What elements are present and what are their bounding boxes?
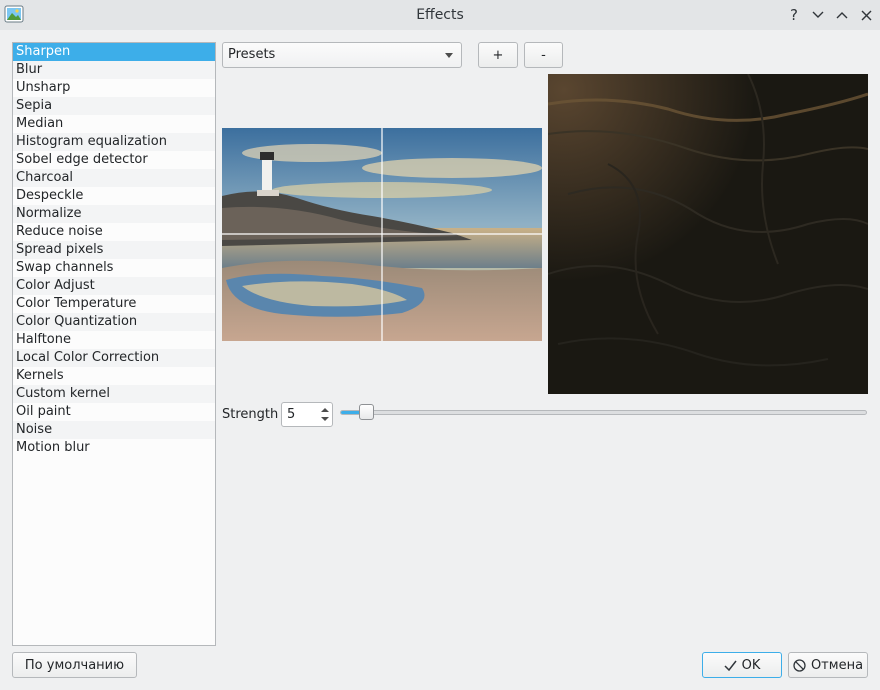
maximize-icon[interactable] bbox=[833, 6, 851, 24]
effect-item[interactable]: Sobel edge detector bbox=[13, 151, 215, 169]
help-icon[interactable]: ? bbox=[785, 6, 803, 24]
strength-value: 5 bbox=[287, 407, 296, 422]
check-icon bbox=[724, 660, 737, 671]
effect-item[interactable]: Histogram equalization bbox=[13, 133, 215, 151]
effect-item[interactable]: Custom kernel bbox=[13, 385, 215, 403]
effect-item[interactable]: Sepia bbox=[13, 97, 215, 115]
result-preview bbox=[548, 74, 868, 394]
effect-item[interactable]: Swap channels bbox=[13, 259, 215, 277]
ok-label: OK bbox=[741, 657, 761, 673]
strength-slider-handle[interactable] bbox=[358, 404, 374, 420]
strength-slider[interactable] bbox=[340, 410, 867, 415]
cancel-icon bbox=[793, 658, 806, 672]
effect-item[interactable]: Unsharp bbox=[13, 79, 215, 97]
title-bar: Effects ? bbox=[0, 0, 880, 30]
effect-item[interactable]: Motion blur bbox=[13, 439, 215, 457]
remove-preset-button[interactable]: - bbox=[524, 42, 563, 68]
presets-dropdown[interactable]: Presets bbox=[222, 42, 462, 68]
spin-down-icon[interactable] bbox=[321, 417, 329, 421]
effect-item[interactable]: Noise bbox=[13, 421, 215, 439]
strength-spinbox[interactable]: 5 bbox=[281, 402, 333, 427]
defaults-button[interactable]: По умолчанию bbox=[12, 652, 137, 678]
effect-item[interactable]: Charcoal bbox=[13, 169, 215, 187]
effect-item[interactable]: Normalize bbox=[13, 205, 215, 223]
spin-up-icon[interactable] bbox=[321, 408, 329, 412]
cancel-label: Отмена bbox=[810, 657, 864, 673]
effect-item[interactable]: Color Temperature bbox=[13, 295, 215, 313]
cancel-button[interactable]: Отмена bbox=[788, 652, 868, 678]
strength-label: Strength bbox=[222, 407, 279, 422]
effects-list[interactable]: Sharpen Blur Unsharp Sepia Median Histogram e… bbox=[12, 42, 216, 646]
add-preset-button[interactable]: + bbox=[478, 42, 518, 68]
effect-item[interactable]: Oil paint bbox=[13, 403, 215, 421]
presets-value: Presets bbox=[228, 47, 276, 62]
effect-item[interactable]: Kernels bbox=[13, 367, 215, 385]
effect-item[interactable]: Local Color Correction bbox=[13, 349, 215, 367]
source-preview[interactable] bbox=[222, 128, 542, 341]
effect-item[interactable]: Color Quantization bbox=[13, 313, 215, 331]
effect-item[interactable]: Median bbox=[13, 115, 215, 133]
window-title: Effects bbox=[416, 7, 464, 23]
close-icon[interactable] bbox=[857, 6, 875, 24]
minimize-icon[interactable] bbox=[809, 6, 827, 24]
chevron-down-icon bbox=[445, 53, 453, 58]
effect-item[interactable]: Despeckle bbox=[13, 187, 215, 205]
effect-item[interactable]: Reduce noise bbox=[13, 223, 215, 241]
effect-item[interactable]: Sharpen bbox=[13, 43, 215, 61]
effect-item[interactable]: Blur bbox=[13, 61, 215, 79]
ok-button[interactable]: OK bbox=[702, 652, 782, 678]
effect-item[interactable]: Spread pixels bbox=[13, 241, 215, 259]
effect-item[interactable]: Color Adjust bbox=[13, 277, 215, 295]
effect-item[interactable]: Halftone bbox=[13, 331, 215, 349]
